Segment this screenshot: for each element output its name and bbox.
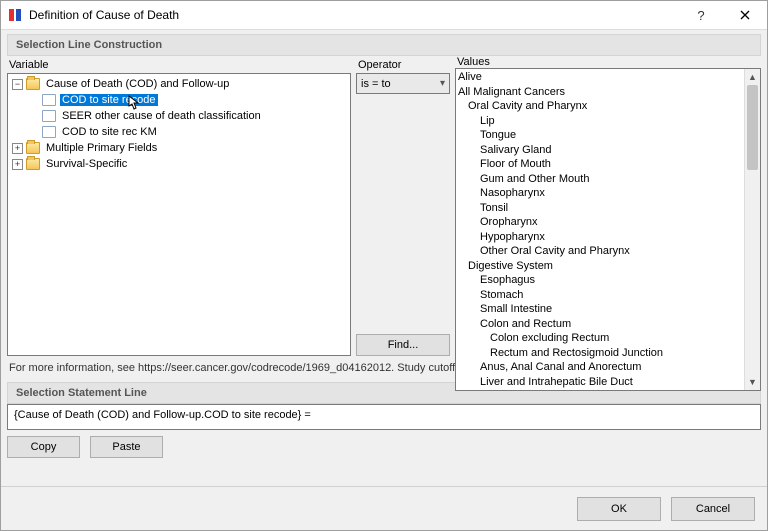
tree-node-multiple-primary[interactable]: + Multiple Primary Fields <box>8 140 350 156</box>
value-item[interactable]: Gum and Other Mouth <box>458 172 742 187</box>
collapse-icon[interactable]: − <box>12 79 23 90</box>
ok-button[interactable]: OK <box>577 497 661 521</box>
value-item[interactable]: Digestive System <box>458 259 742 274</box>
value-item[interactable]: Oral Cavity and Pharynx <box>458 99 742 114</box>
file-icon <box>42 94 56 106</box>
value-item[interactable]: Liver and Intrahepatic Bile Duct <box>458 375 742 390</box>
section-selection-construction: Selection Line Construction <box>7 34 761 56</box>
dialog-footer: OK Cancel <box>1 486 767 530</box>
values-header: Values <box>455 56 761 68</box>
close-button[interactable] <box>723 1 767 29</box>
operator-select[interactable]: is = to ▾ <box>356 73 450 94</box>
value-item[interactable]: Lip <box>458 114 742 129</box>
value-item[interactable]: Anus, Anal Canal and Anorectum <box>458 360 742 375</box>
folder-icon <box>26 142 40 154</box>
find-button[interactable]: Find... <box>356 334 450 356</box>
tree-node-cod-rec-km[interactable]: COD to site rec KM <box>8 124 350 140</box>
value-item[interactable]: Floor of Mouth <box>458 157 742 172</box>
cancel-button[interactable]: Cancel <box>671 497 755 521</box>
value-item[interactable]: Oropharynx <box>458 215 742 230</box>
values-list[interactable]: Alive All Malignant Cancers Oral Cavity … <box>455 68 761 391</box>
value-item[interactable]: Tonsil <box>458 201 742 216</box>
window-title: Definition of Cause of Death <box>29 8 179 22</box>
app-icon <box>7 7 23 23</box>
tree-node-survival-specific[interactable]: + Survival-Specific <box>8 156 350 172</box>
tree-node-seer-other[interactable]: SEER other cause of death classification <box>8 108 350 124</box>
cursor-icon <box>128 95 142 113</box>
folder-icon <box>26 158 40 170</box>
value-item[interactable]: Other Oral Cavity and Pharynx <box>458 244 742 259</box>
folder-open-icon <box>26 78 40 90</box>
variable-tree[interactable]: − Cause of Death (COD) and Follow-up COD… <box>7 73 351 356</box>
values-scrollbar[interactable]: ▲ ▼ <box>744 69 760 390</box>
value-item[interactable]: Rectum and Rectosigmoid Junction <box>458 346 742 361</box>
value-item[interactable]: Esophagus <box>458 273 742 288</box>
value-item[interactable]: Alive <box>458 70 742 85</box>
value-item[interactable]: Colon excluding Rectum <box>458 331 742 346</box>
value-item[interactable]: Tongue <box>458 128 742 143</box>
value-item[interactable]: Stomach <box>458 288 742 303</box>
operator-header: Operator <box>356 56 450 73</box>
value-item[interactable]: All Malignant Cancers <box>458 85 742 100</box>
file-icon <box>42 110 56 122</box>
scroll-up-icon[interactable]: ▲ <box>745 69 760 85</box>
variable-header: Variable <box>7 56 351 73</box>
paste-button[interactable]: Paste <box>90 436 163 458</box>
expand-icon[interactable]: + <box>12 159 23 170</box>
titlebar: Definition of Cause of Death ? <box>1 1 767 30</box>
tree-node-cod-followup[interactable]: − Cause of Death (COD) and Follow-up <box>8 76 350 92</box>
value-item[interactable]: Salivary Gland <box>458 143 742 158</box>
value-item[interactable]: Hypopharynx <box>458 230 742 245</box>
scroll-thumb[interactable] <box>747 85 758 170</box>
scroll-down-icon[interactable]: ▼ <box>745 374 760 390</box>
file-icon <box>42 126 56 138</box>
dialog-window: Definition of Cause of Death ? Selection… <box>0 0 768 531</box>
value-item[interactable]: Small Intestine <box>458 302 742 317</box>
expand-icon[interactable]: + <box>12 143 23 154</box>
value-item[interactable]: Nasopharynx <box>458 186 742 201</box>
copy-button[interactable]: Copy <box>7 436 80 458</box>
chevron-down-icon: ▾ <box>440 78 445 89</box>
value-item[interactable]: Colon and Rectum <box>458 317 742 332</box>
tree-node-cod-site-recode[interactable]: COD to site recode <box>8 92 350 108</box>
help-button[interactable]: ? <box>679 1 723 29</box>
statement-input[interactable]: {Cause of Death (COD) and Follow-up.COD … <box>7 404 761 430</box>
